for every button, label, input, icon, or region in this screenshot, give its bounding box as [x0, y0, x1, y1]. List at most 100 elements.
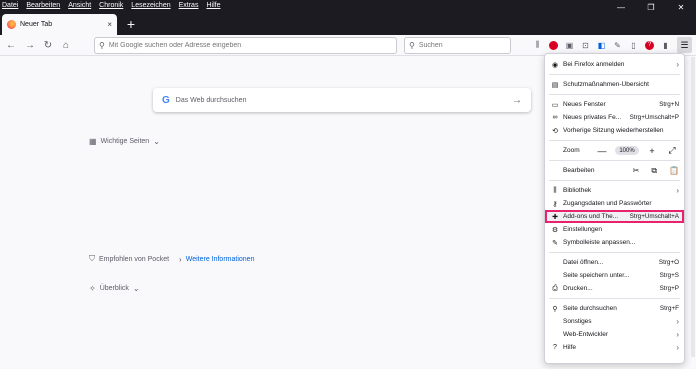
close-window-button[interactable]: ✕	[666, 0, 696, 14]
zoom-out-button[interactable]: —	[595, 146, 609, 156]
window-icon: ▭	[551, 101, 559, 109]
minimize-button[interactable]: —	[606, 0, 636, 14]
chevron-down-icon: ⌄	[132, 284, 140, 293]
menu-lesezeichen[interactable]: Lesezeichen	[131, 1, 170, 11]
paste-icon[interactable]: 📋	[669, 166, 679, 176]
translate-icon[interactable]: ◧	[595, 38, 608, 52]
chevron-right-icon: ›	[676, 343, 679, 352]
reader-icon[interactable]: ▣	[563, 38, 576, 52]
menu-hilfe[interactable]: Hilfe	[206, 1, 220, 11]
menu-extras[interactable]: Extras	[179, 1, 199, 11]
url-input[interactable]	[108, 42, 396, 49]
more-icon[interactable]: ▮	[659, 38, 672, 52]
toolbar-icons: ⫼ ▣ ⊡ ◧ ✎ ▯ ? ▮	[531, 38, 672, 52]
menu-addons[interactable]: ✚ Add-ons und The... Strg+Umschalt+A	[545, 210, 684, 223]
menu-help[interactable]: ? Hilfe ›	[545, 341, 684, 354]
menu-new-window[interactable]: ▭ Neues Fenster Strg+N	[545, 98, 684, 111]
scrollbar[interactable]	[691, 57, 695, 357]
shield-icon: ▤	[551, 81, 559, 89]
search-input[interactable]	[418, 42, 510, 49]
app-menu-panel: ◉ Bei Firefox anmelden › ▤ Schutzmaßnahm…	[544, 53, 685, 364]
chevron-right-icon: ›	[676, 317, 679, 326]
pocket-label: Empfohlen von Pocket	[99, 255, 170, 263]
pocket-icon: ⛉	[89, 254, 95, 263]
restore-icon: ⟲	[552, 127, 558, 135]
top-sites-header[interactable]: ▦ Wichtige Seiten ⌄	[89, 137, 160, 146]
menu-protections[interactable]: ▤ Schutzmaßnahmen-Übersicht	[545, 78, 684, 91]
puzzle-icon: ✚	[552, 213, 558, 221]
highlights-label: Überblick	[99, 285, 129, 292]
web-search-box[interactable]: G Das Web durchsuchen →	[153, 88, 531, 112]
url-bar[interactable]: ⚲	[94, 37, 397, 54]
menu-customize[interactable]: ✎ Symbolleiste anpassen...	[545, 236, 684, 249]
library-icon[interactable]: ⫼	[531, 38, 544, 52]
menu-library[interactable]: ⫼ Bibliothek ›	[545, 184, 684, 197]
key-icon: ⚷	[552, 200, 558, 208]
brush-icon: ✎	[552, 239, 558, 247]
menu-separator	[549, 160, 680, 161]
puzzle-icon[interactable]: ✎	[611, 38, 624, 52]
menu-chronik[interactable]: Chronik	[99, 1, 123, 11]
restore-button[interactable]: ❐	[636, 0, 666, 14]
grid-icon: ▦	[89, 137, 97, 146]
menu-separator	[549, 298, 680, 299]
hamburger-menu-icon[interactable]: ☰	[677, 37, 692, 53]
menu-ansicht[interactable]: Ansicht	[68, 1, 91, 11]
menu-logins[interactable]: ⚷ Zugangsdaten und Passwörter	[545, 197, 684, 210]
chevron-right-icon: ›	[676, 186, 679, 195]
zoom-controls: — 100% + ⤢	[595, 145, 679, 156]
search-icon: ⚲	[552, 305, 558, 313]
new-tab-button[interactable]: +	[123, 15, 139, 33]
menu-separator	[549, 140, 680, 141]
menu-restore-session[interactable]: ⟲ Vorherige Sitzung wiederherstellen	[545, 124, 684, 137]
adblock-icon[interactable]	[547, 38, 560, 52]
back-button[interactable]: ←	[3, 37, 19, 53]
reload-button[interactable]: ↻	[40, 37, 56, 53]
tab-close-icon[interactable]: ×	[107, 20, 112, 29]
menu-separator	[549, 180, 680, 181]
menu-settings[interactable]: ⚙ Einstellungen	[545, 223, 684, 236]
cut-icon[interactable]: ✂	[633, 166, 640, 176]
menu-separator	[549, 94, 680, 95]
mask-icon: ∞	[552, 114, 558, 121]
phone-icon[interactable]: ▯	[627, 38, 640, 52]
search-bar[interactable]: ⚲	[404, 37, 511, 54]
menu-find[interactable]: ⚲ Seite durchsuchen Strg+F	[545, 302, 684, 315]
tab-new-tab[interactable]: Neuer Tab ×	[2, 14, 117, 35]
menu-more[interactable]: Sonstiges ›	[545, 315, 684, 328]
menu-private-window[interactable]: ∞ Neues privates Fe... Strg+Umschalt+P	[545, 111, 684, 124]
sparkle-icon: ✧	[89, 284, 96, 293]
gear-icon: ⚙	[551, 226, 559, 234]
top-sites-label: Wichtige Seiten	[100, 138, 150, 145]
copy-icon[interactable]: ⧉	[651, 166, 657, 176]
menu-sign-in[interactable]: ◉ Bei Firefox anmelden ›	[545, 58, 684, 71]
zoom-in-button[interactable]: +	[645, 146, 659, 156]
chevron-right-icon: ›	[676, 330, 679, 339]
chevron-right-icon: ›	[179, 254, 182, 264]
account-icon: ◉	[551, 61, 559, 69]
search-icon: ⚲	[99, 41, 105, 50]
menu-save-page[interactable]: Seite speichern unter... Strg+S	[545, 269, 684, 282]
title-bar: Datei Bearbeiten Ansicht Chronik Lesezei…	[0, 0, 696, 35]
forward-button[interactable]: →	[22, 37, 38, 53]
arrow-right-icon[interactable]: →	[512, 95, 522, 106]
menu-bearbeiten[interactable]: Bearbeiten	[26, 1, 60, 11]
menu-separator	[549, 74, 680, 75]
screenshot-icon[interactable]: ⊡	[579, 38, 592, 52]
tab-title: Neuer Tab	[20, 21, 53, 28]
highlights-header[interactable]: ✧ Überblick ⌄	[89, 284, 140, 293]
fullscreen-icon[interactable]: ⤢	[665, 145, 679, 156]
pocket-learn-more-link[interactable]: Weitere Informationen	[186, 256, 255, 263]
web-search-placeholder: Das Web durchsuchen	[175, 96, 247, 104]
menu-webdev[interactable]: Web-Entwickler ›	[545, 328, 684, 341]
help-icon[interactable]: ?	[643, 38, 656, 52]
printer-icon: ⎙	[552, 284, 558, 292]
menu-edit: Bearbeiten ✂ ⧉ 📋	[563, 165, 679, 176]
menu-datei[interactable]: Datei	[2, 1, 18, 11]
menu-open-file[interactable]: Datei öffnen... Strg+O	[545, 256, 684, 269]
home-button[interactable]: ⌂	[58, 37, 74, 53]
library-icon: ⫼	[553, 186, 557, 194]
zoom-reset-button[interactable]: 100%	[615, 146, 639, 155]
menu-print[interactable]: ⎙ Drucken... Strg+P	[545, 282, 684, 295]
window-controls: — ❐ ✕	[606, 0, 696, 14]
